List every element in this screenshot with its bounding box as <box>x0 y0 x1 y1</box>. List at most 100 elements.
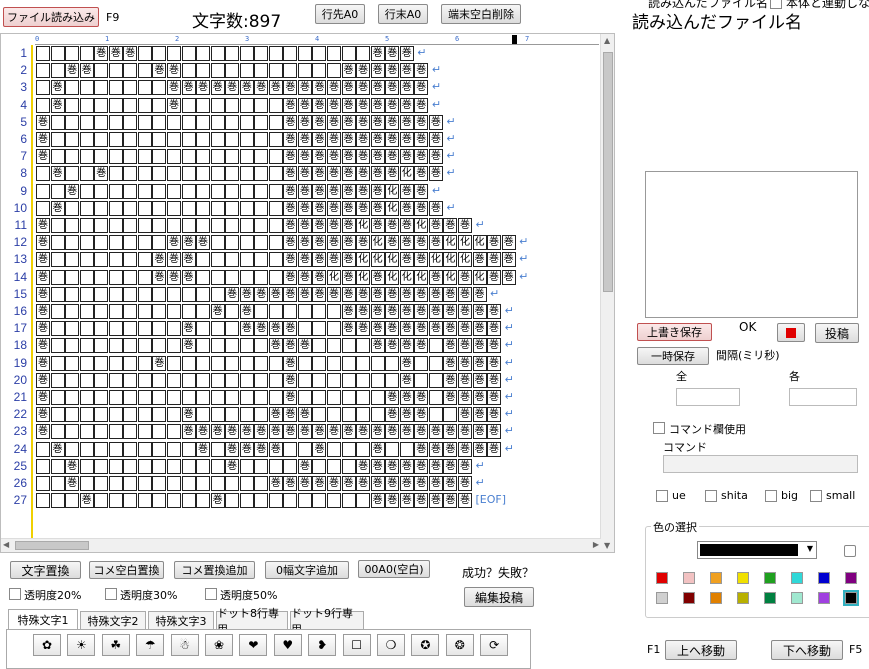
preview-box[interactable] <box>645 171 858 318</box>
color-swatch[interactable] <box>818 572 830 584</box>
edit-post-button[interactable]: 編集投稿 <box>464 587 534 607</box>
scroll-up-arrow[interactable]: ▲ <box>604 36 610 45</box>
special-symbol-button[interactable]: ✿ <box>33 634 61 656</box>
ruler-tick-label: 1 <box>105 35 110 43</box>
line-end-a0-button[interactable]: 行末A0 <box>378 4 428 24</box>
special-symbol-button[interactable]: ❀ <box>205 634 233 656</box>
tab-special-char[interactable]: 特殊文字1 <box>8 609 78 630</box>
special-symbol-button[interactable]: ❥ <box>308 634 337 656</box>
grid-cell: 巻 <box>414 63 429 79</box>
grid-cell: 巻 <box>399 132 414 147</box>
tab-special-char[interactable]: 特殊文字2 <box>80 611 146 630</box>
color-swatch[interactable] <box>791 592 803 604</box>
grid-cell <box>283 493 298 509</box>
color-swatch[interactable] <box>791 572 803 584</box>
tab-special-char[interactable]: ドット9行専用 <box>290 607 364 636</box>
grid-cell <box>108 476 123 491</box>
grid-cell <box>94 252 109 268</box>
text-replace-button[interactable]: 文字置換 <box>10 561 81 579</box>
nbsp-button[interactable]: 00A0(空白) <box>358 560 430 578</box>
ue-checkbox[interactable] <box>656 490 668 502</box>
color-swatch[interactable] <box>843 590 859 606</box>
special-symbol-button[interactable]: ❂ <box>445 634 474 656</box>
text-editor[interactable]: 01234567 1 2 3 4 5 6 7 8 9 10 11 12 13 14 15 16 17 18 19 20… <box>0 33 615 553</box>
color-swatch[interactable] <box>710 592 722 604</box>
grid-cell: 巻 <box>414 114 429 130</box>
opacity-30-checkbox[interactable] <box>105 588 117 600</box>
line-return-marker: ↵ <box>446 114 456 128</box>
grid-cell <box>210 286 225 302</box>
vertical-scroll-thumb[interactable] <box>603 52 613 292</box>
color-swatch[interactable] <box>710 572 722 584</box>
trim-trailing-space-button[interactable]: 端末空白削除 <box>441 4 521 24</box>
temp-save-button[interactable]: 一時保存 <box>637 347 709 365</box>
special-symbol-button[interactable]: ♥ <box>273 634 302 656</box>
use-command-checkbox[interactable] <box>653 422 665 434</box>
color-swatch[interactable] <box>764 592 776 604</box>
line-head-a0-button[interactable]: 行先A0 <box>315 4 365 24</box>
grid-cell <box>166 286 181 302</box>
color-swatch[interactable] <box>683 592 695 604</box>
grid-cell: 巻 <box>65 183 80 199</box>
horizontal-scroll-thumb[interactable] <box>15 541 89 550</box>
tab-special-char[interactable]: 特殊文字3 <box>148 611 214 630</box>
special-symbol-button[interactable]: ⟳ <box>480 634 509 656</box>
special-symbol-button[interactable]: ☀ <box>67 634 96 656</box>
small-checkbox[interactable] <box>810 490 822 502</box>
post-button[interactable]: 投稿 <box>815 323 859 343</box>
tab-special-char[interactable]: ドット8行専用 <box>216 607 288 636</box>
overwrite-save-button[interactable]: 上書き保存 <box>637 323 712 341</box>
special-symbol-button[interactable]: ☘ <box>101 634 130 656</box>
grid-cell <box>65 493 80 509</box>
grid-cell <box>123 269 138 285</box>
grid-cell: 巻 <box>36 286 50 302</box>
grid-cell <box>152 183 167 199</box>
grid-cell <box>166 338 181 354</box>
scroll-left-arrow[interactable]: ◀ <box>3 540 9 549</box>
special-symbol-button[interactable]: ☃ <box>170 634 199 656</box>
zero-width-add-button[interactable]: 0幅文字追加 <box>265 561 349 579</box>
special-symbol-button[interactable]: ❍ <box>377 634 405 656</box>
move-down-button[interactable]: 下へ移動 <box>771 640 843 660</box>
comment-replace-add-button[interactable]: コメ置換追加 <box>174 561 255 579</box>
color-swatch[interactable] <box>845 572 857 584</box>
all-interval-input[interactable] <box>676 388 740 406</box>
grid-cell: 巻 <box>327 149 341 165</box>
grid-cell <box>196 304 211 319</box>
color-extra-checkbox[interactable] <box>844 545 856 557</box>
comment-blank-replace-button[interactable]: コメ空白置換 <box>89 561 164 579</box>
shita-checkbox[interactable] <box>705 490 717 502</box>
big-checkbox[interactable] <box>765 490 777 502</box>
special-symbol-button[interactable]: ☂ <box>136 634 165 656</box>
load-file-button[interactable]: ファイル読み込み <box>3 7 99 27</box>
color-swatch[interactable] <box>737 592 749 604</box>
grid-cell <box>108 80 123 96</box>
horizontal-scrollbar[interactable]: ◀ ▶ <box>1 538 601 552</box>
color-swatch[interactable] <box>683 572 695 584</box>
scroll-right-arrow[interactable]: ▶ <box>593 540 599 549</box>
grid-cell <box>94 149 109 165</box>
color-dropdown[interactable]: ▼ <box>697 541 817 559</box>
command-input[interactable] <box>663 455 858 473</box>
scroll-down-arrow[interactable]: ▼ <box>604 541 610 550</box>
grid-cell <box>181 286 196 302</box>
color-swatch[interactable] <box>737 572 749 584</box>
color-swatch[interactable] <box>656 592 668 604</box>
special-symbol-button[interactable]: ✪ <box>411 634 440 656</box>
color-swatch[interactable] <box>656 572 668 584</box>
color-swatch[interactable] <box>818 592 830 604</box>
grid-cell <box>239 390 254 405</box>
color-swatch[interactable] <box>764 572 776 584</box>
opacity-20-checkbox[interactable] <box>9 588 21 600</box>
opacity-50-checkbox[interactable] <box>205 588 217 600</box>
grid-cell <box>79 476 94 491</box>
special-symbol-button[interactable]: ❤ <box>239 634 268 656</box>
line-return-marker: ↵ <box>431 63 442 77</box>
move-up-button[interactable]: 上へ移動 <box>665 640 737 660</box>
grid-cell: 巻 <box>36 235 50 251</box>
special-symbol-button[interactable]: ☐ <box>342 634 371 656</box>
grid-cell: 巻 <box>487 407 502 423</box>
color-red-button[interactable] <box>777 323 805 342</box>
each-interval-input[interactable] <box>789 388 857 406</box>
vertical-scrollbar[interactable]: ▲ ▼ <box>600 34 614 552</box>
